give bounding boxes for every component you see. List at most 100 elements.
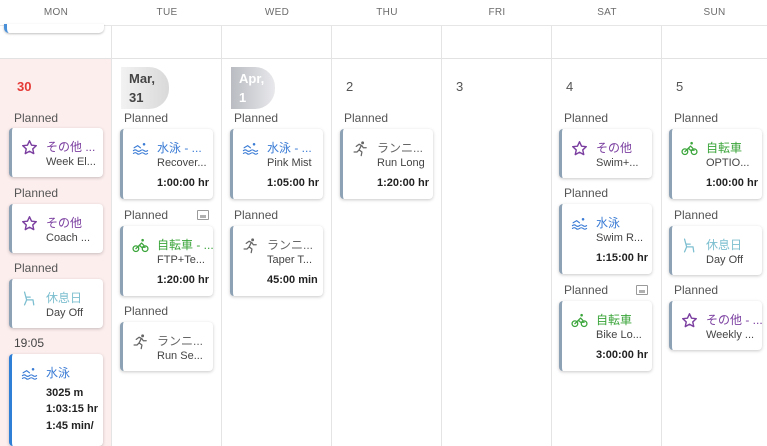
run-icon xyxy=(132,333,149,350)
month-date-badge: Mar, 31 xyxy=(121,67,169,109)
weekday-sat: SAT xyxy=(597,7,617,18)
workout-title: ランニ... xyxy=(377,141,424,155)
day-cell-tue[interactable]: Mar, 31 Planned 水泳 - ... Recover... 1:00… xyxy=(112,59,221,446)
workout-card-other[interactable]: その他 ... Week El... xyxy=(9,128,103,177)
bike-icon xyxy=(681,140,698,157)
workout-card-rest[interactable]: 休息日 Day Off xyxy=(9,279,103,328)
planned-label: Planned xyxy=(564,283,609,297)
duration-value: 1:15:00 hr xyxy=(596,252,648,264)
workout-subtitle: Swim+... xyxy=(596,157,639,169)
day-cell-sun[interactable]: 5 Planned 自転車 OPTIO... 1:00:00 hr Planne… xyxy=(662,59,767,446)
workout-card-run[interactable]: ランニ... Run Long 1:20:00 hr xyxy=(340,129,433,199)
planned-label: Planned xyxy=(124,111,169,125)
duration-value: 1:00:00 hr xyxy=(706,177,758,189)
star-icon xyxy=(571,140,588,157)
duration-value: 1:03:15 hr xyxy=(46,403,98,415)
planned-label: Planned xyxy=(14,186,59,200)
swim-icon xyxy=(242,140,259,157)
day-cell-thu[interactable]: 2 Planned ランニ... Run Long 1:20:00 hr xyxy=(332,59,441,446)
duration-value: 1:05:00 hr xyxy=(267,177,319,189)
rest-chair-icon xyxy=(681,237,698,254)
workout-title: 水泳 - ... xyxy=(157,141,202,155)
workout-title: その他 ... xyxy=(46,140,96,154)
day-cell-mon[interactable]: 30 Planned その他 ... Week El... Planned その… xyxy=(0,59,111,446)
workout-card-bike[interactable]: 自転車 Bike Lo... 3:00:00 hr xyxy=(559,301,652,371)
workout-title: ランニ... xyxy=(157,334,204,348)
workout-subtitle: Run Long xyxy=(377,157,425,169)
workout-subtitle: Bike Lo... xyxy=(596,329,642,341)
day-number: 30 xyxy=(17,79,32,94)
planned-label: Planned xyxy=(14,261,59,275)
weekday-tue: TUE xyxy=(156,7,178,18)
duration-value: 1:00:00 hr xyxy=(157,177,209,189)
swim-icon xyxy=(132,140,149,157)
day-number: 31 xyxy=(129,90,144,105)
weekday-header: MON TUE WED THU FRI SAT SUN xyxy=(0,0,767,26)
workout-title: 水泳 - ... xyxy=(267,141,312,155)
day-cell-fri[interactable]: 3 xyxy=(442,59,551,446)
workout-title: 自転車 xyxy=(596,313,633,327)
workout-card-swim[interactable]: 水泳 Swim R... 1:15:00 hr xyxy=(559,204,652,274)
workout-title: 水泳 xyxy=(46,366,71,380)
workout-card-other[interactable]: その他 Coach ... xyxy=(9,204,103,253)
workout-subtitle: Day Off xyxy=(706,254,744,266)
workout-subtitle: OPTIO... xyxy=(706,157,750,169)
planned-label: Planned xyxy=(124,208,169,222)
workout-card-other[interactable]: その他 Swim+... xyxy=(559,129,652,178)
day-number: 3 xyxy=(456,79,464,94)
day-number: 5 xyxy=(676,79,684,94)
workout-card-swim-completed[interactable]: 水泳 3025 m 1:03:15 hr 1:45 min/ xyxy=(9,354,103,446)
day-number: 4 xyxy=(566,79,574,94)
workout-card-swim[interactable]: 水泳 - ... Recover... 1:00:00 hr xyxy=(120,129,213,199)
distance-value: 3025 m xyxy=(46,387,84,399)
workout-title: 休息日 xyxy=(46,291,83,305)
weekday-wed: WED xyxy=(264,7,290,18)
workout-title: その他 - ... xyxy=(706,313,762,327)
run-icon xyxy=(242,237,259,254)
day-number: 1 xyxy=(239,90,247,105)
swim-icon xyxy=(571,215,588,232)
planned-label: Planned xyxy=(344,111,389,125)
planned-label: Planned xyxy=(124,304,169,318)
bike-icon xyxy=(132,237,149,254)
planned-label: Planned xyxy=(674,208,719,222)
workout-subtitle: Recover... xyxy=(157,157,207,169)
weekday-sun: SUN xyxy=(703,7,726,18)
weekday-thu: THU xyxy=(376,7,398,18)
workout-card-run[interactable]: ランニ... Run Se... xyxy=(120,322,213,371)
run-icon xyxy=(352,140,369,157)
planned-label: Planned xyxy=(234,208,279,222)
workout-card-other[interactable]: その他 - ... Weekly ... xyxy=(669,301,762,350)
workout-card-run[interactable]: ランニ... Taper T... 45:00 min xyxy=(230,226,323,296)
workout-title: その他 xyxy=(596,141,633,155)
workout-subtitle: Run Se... xyxy=(157,350,203,362)
workout-subtitle: Swim R... xyxy=(596,232,644,244)
planned-label: Planned xyxy=(564,186,609,200)
duration-value: 1:20:00 hr xyxy=(377,177,429,189)
previous-week-workout-card[interactable] xyxy=(4,24,104,33)
star-icon xyxy=(21,139,38,156)
workout-card-bike[interactable]: 自転車 - ... FTP+Te... 1:20:00 hr xyxy=(120,226,213,296)
planned-label: Planned xyxy=(564,111,609,125)
workout-title: その他 xyxy=(46,216,83,230)
workout-card-bike[interactable]: 自転車 OPTIO... 1:00:00 hr xyxy=(669,129,762,199)
planned-label: Planned xyxy=(674,111,719,125)
previous-week-row xyxy=(0,24,767,59)
bike-icon xyxy=(571,312,588,329)
workout-card-swim[interactable]: 水泳 - ... Pink Mist 1:05:00 hr xyxy=(230,129,323,199)
weekday-fri: FRI xyxy=(488,7,506,18)
workout-subtitle: Coach ... xyxy=(46,232,91,244)
image-icon xyxy=(197,210,209,220)
workout-title: 休息日 xyxy=(706,238,743,252)
workout-title: 自転車 xyxy=(706,141,743,155)
workout-title: ランニ... xyxy=(267,238,314,252)
day-cell-sat[interactable]: 4 Planned その他 Swim+... Planned 水泳 Swim R… xyxy=(552,59,661,446)
planned-label: Planned xyxy=(14,111,59,125)
workout-card-rest[interactable]: 休息日 Day Off xyxy=(669,226,762,275)
duration-value: 1:20:00 hr xyxy=(157,274,209,286)
workout-subtitle: FTP+Te... xyxy=(157,254,205,266)
rest-chair-icon xyxy=(21,290,38,307)
planned-label: Planned xyxy=(674,283,719,297)
workout-subtitle: Taper T... xyxy=(267,254,313,266)
day-cell-wed[interactable]: Apr, 1 Planned 水泳 - ... Pink Mist 1:05:0… xyxy=(222,59,331,446)
